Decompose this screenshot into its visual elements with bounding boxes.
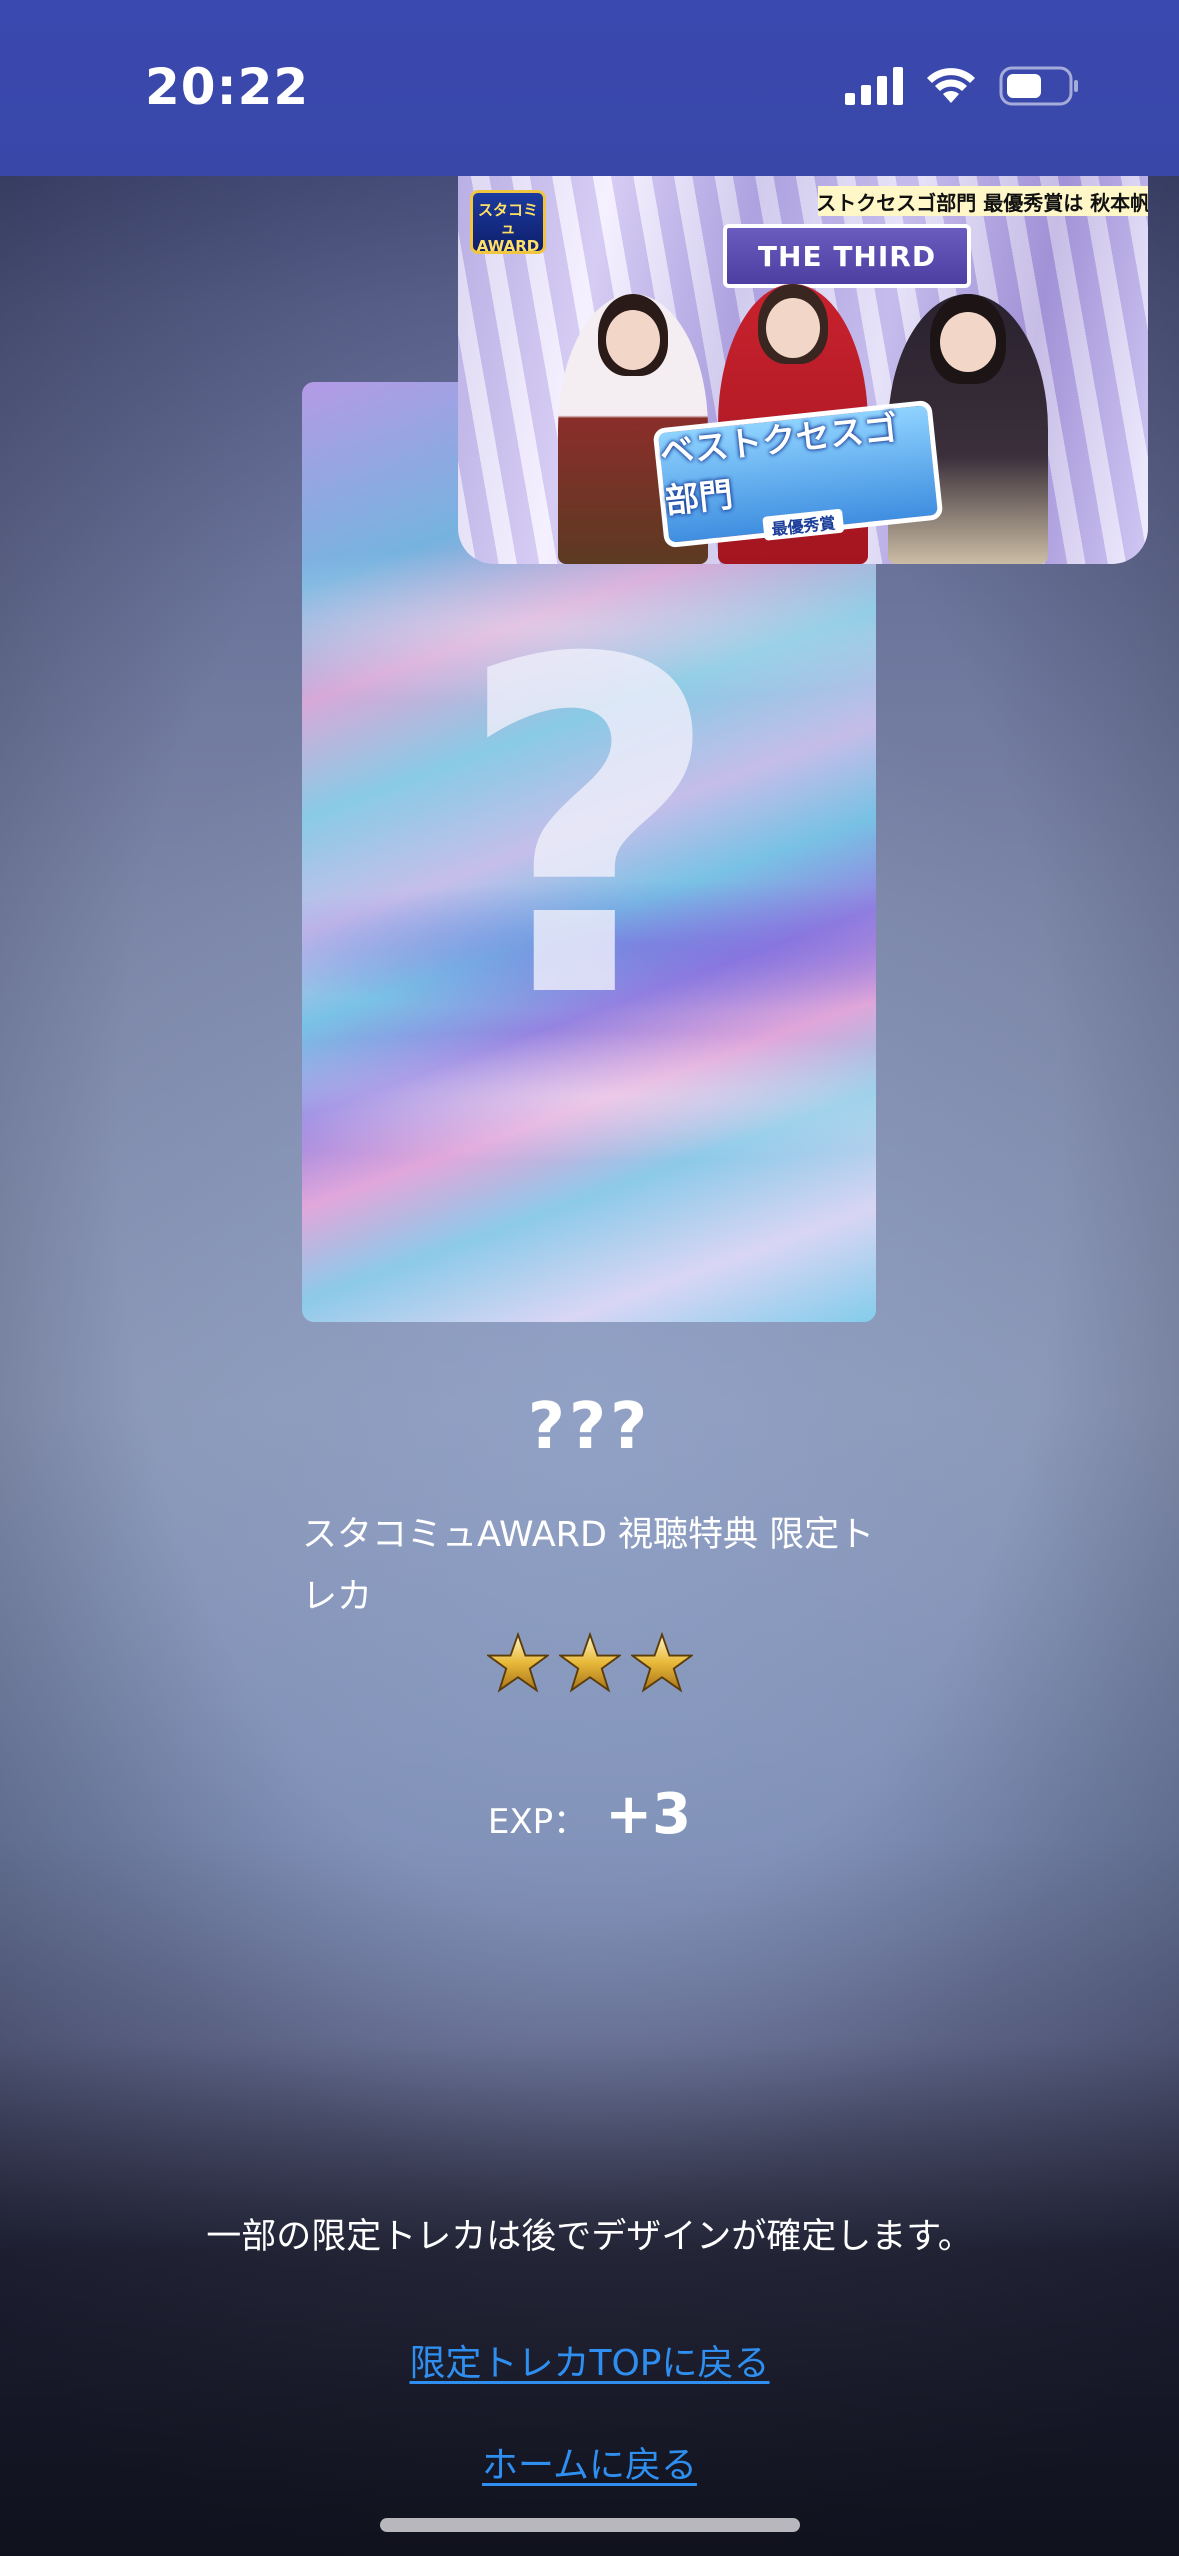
star-icon bbox=[630, 1632, 693, 1693]
back-to-home-link[interactable]: ホームに戻る bbox=[0, 2436, 1179, 2488]
wifi-icon bbox=[927, 68, 975, 103]
status-bar: 20:22 bbox=[0, 0, 1179, 176]
question-mark-icon: ? bbox=[455, 564, 723, 1099]
exp-reward: EXP： +3 bbox=[0, 1782, 1179, 1847]
card-description: スタコミュAWARD 視聴特典 限定トレカ bbox=[302, 1515, 875, 1617]
status-time: 20:22 bbox=[145, 58, 310, 116]
battery-icon bbox=[999, 66, 1078, 106]
star-icon bbox=[558, 1632, 621, 1693]
home-indicator[interactable] bbox=[380, 2518, 800, 2532]
video-logo: スタコミュ AWARD bbox=[470, 190, 546, 255]
exp-value: +3 bbox=[605, 1782, 692, 1847]
signal-icon bbox=[845, 67, 903, 105]
exp-label: EXP： bbox=[487, 1802, 588, 1842]
video-banner: THE THIRD bbox=[723, 224, 971, 288]
rarity-stars bbox=[0, 1632, 1179, 1694]
back-to-limited-cards-link[interactable]: 限定トレカTOPに戻る bbox=[0, 2334, 1179, 2386]
card-name: ??? bbox=[527, 1390, 652, 1464]
star-icon bbox=[486, 1632, 549, 1693]
status-icons bbox=[845, 66, 1079, 106]
video-player[interactable]: ベストクセスゴ部門 最優秀賞は 秋本帆華 スタコミュ AWARD THE THI… bbox=[458, 176, 1148, 564]
design-notice: 一部の限定トレカは後でデザインが確定します。 bbox=[206, 2217, 973, 2257]
video-headline: ベストクセスゴ部門 最優秀賞は 秋本帆華 bbox=[818, 186, 1148, 216]
